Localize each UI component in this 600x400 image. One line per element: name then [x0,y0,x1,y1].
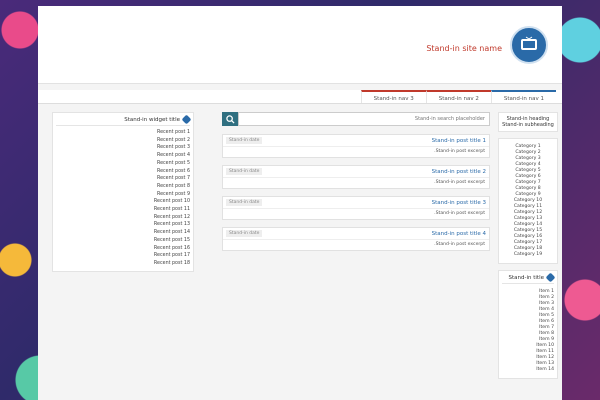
recent-post-link[interactable]: Recent post 4 [56,152,190,160]
post-title[interactable]: Stand-in post title 3 [432,200,486,206]
recent-post-link[interactable]: Recent post 14 [56,229,190,237]
nav-item-home[interactable]: Stand-in nav 1 [490,90,556,103]
post-title[interactable]: Stand-in post title 1 [432,138,486,144]
recent-post-link[interactable]: Recent post 16 [56,245,190,253]
search-button[interactable] [222,112,238,126]
category-box: Category 1 Category 2 Category 3 Category 4… [498,138,558,264]
other-widget-head: Stand-in title [502,272,556,284]
post-date: Stand-in date [226,230,263,237]
other-widget-title: Stand-in title [508,274,545,281]
post-card: Stand-in post title 2 Stand-in date Stand-… [222,165,490,189]
search-icon [225,114,235,124]
post-header: Stand-in post title 1 Stand-in date [223,135,489,147]
recent-post-link[interactable]: Recent post 6 [56,168,190,176]
post-excerpt: Stand-in post excerpt. [434,149,485,154]
tag-icon [545,272,556,283]
recent-post-link[interactable]: Recent post 3 [56,144,190,152]
search-input[interactable] [238,112,490,126]
tv-icon [521,36,537,50]
nav-item-food[interactable]: Stand-in nav 2 [425,90,491,103]
post-header: Stand-in post title 4 Stand-in date [223,228,489,240]
recent-list: Recent post 1 Recent post 2 Recent post 3R… [56,129,190,268]
recent-posts-box: Stand-in widget title Recent post 1 Recen… [52,112,194,272]
post-title[interactable]: Stand-in post title 2 [432,169,486,175]
post-header: Stand-in post title 3 Stand-in date [223,197,489,209]
recent-post-link[interactable]: Recent post 5 [56,160,190,168]
main-nav: Stand-in nav 1 Stand-in nav 2 Stand-in n… [38,90,562,104]
left-sidebar: Stand-in widget title Recent post 1 Recen… [52,112,194,272]
site-header: Stand-in site name [38,6,562,84]
other-box: Stand-in title Item 1 Item 2 Item 3 Item 4I… [498,270,558,379]
site-logo[interactable] [510,26,548,64]
post-excerpt: Stand-in post excerpt. [434,242,485,247]
other-item[interactable]: Item 14 [502,367,554,373]
recent-post-link[interactable]: Recent post 15 [56,237,190,245]
recent-post-link[interactable]: Recent post 7 [56,175,190,183]
recent-widget-head: Stand-in widget title [56,114,192,126]
recent-post-link[interactable]: Recent post 11 [56,206,190,214]
post-excerpt: Stand-in post excerpt. [434,180,485,185]
category-item[interactable]: Category 19 [502,252,554,258]
recent-post-link[interactable]: Recent post 17 [56,252,190,260]
post-title[interactable]: Stand-in post title 4 [432,231,486,237]
post-excerpt: Stand-in post excerpt. [434,211,485,216]
recent-post-link[interactable]: Recent post 1 [56,129,190,137]
main-content: Stand-in post title 1Stand-in dateStand-… [222,112,490,258]
recent-post-link[interactable]: Recent post 9 [56,191,190,199]
recent-post-link[interactable]: Recent post 10 [56,198,190,206]
recent-post-link[interactable]: Recent post 18 [56,260,190,268]
post-date: Stand-in date [226,168,263,175]
recent-post-link[interactable]: Recent post 2 [56,137,190,145]
intro-line-2: Stand-in subheading [502,122,554,128]
recent-post-link[interactable]: Recent post 12 [56,214,190,222]
nav-item-site[interactable]: Stand-in nav 3 [360,90,426,103]
site-title[interactable]: Stand-in site name [426,44,502,53]
post-card: Stand-in post title 1 Stand-in date Stand-… [222,134,490,158]
post-date: Stand-in date [226,199,263,206]
right-sidebar: Stand-in heading Stand-in subheading Cat… [498,112,558,385]
post-header: Stand-in post title 2 Stand-in date [223,166,489,178]
recent-widget-title: Stand-in widget title [124,116,180,123]
post-list: Stand-in post title 1 Stand-in date Stand-… [222,134,490,251]
post-card: Stand-in post title 3 Stand-in date Stand-… [222,196,490,220]
recent-post-link[interactable]: Recent post 13 [56,221,190,229]
search-bar [222,112,490,126]
recent-post-link[interactable]: Recent post 8 [56,183,190,191]
post-card: Stand-in post title 4 Stand-in date Stand-… [222,227,490,251]
intro-box: Stand-in heading Stand-in subheading [498,112,558,132]
page-container: Stand-in site name Stand-in nav 1 Stand-… [38,6,562,400]
tag-icon [181,114,192,125]
category-list: Category 1 Category 2 Category 3 Category 4… [502,142,554,260]
post-date: Stand-in date [226,137,263,144]
other-list: Item 1 Item 2 Item 3 Item 4 Item 5 Item 6 Item… [502,287,554,375]
